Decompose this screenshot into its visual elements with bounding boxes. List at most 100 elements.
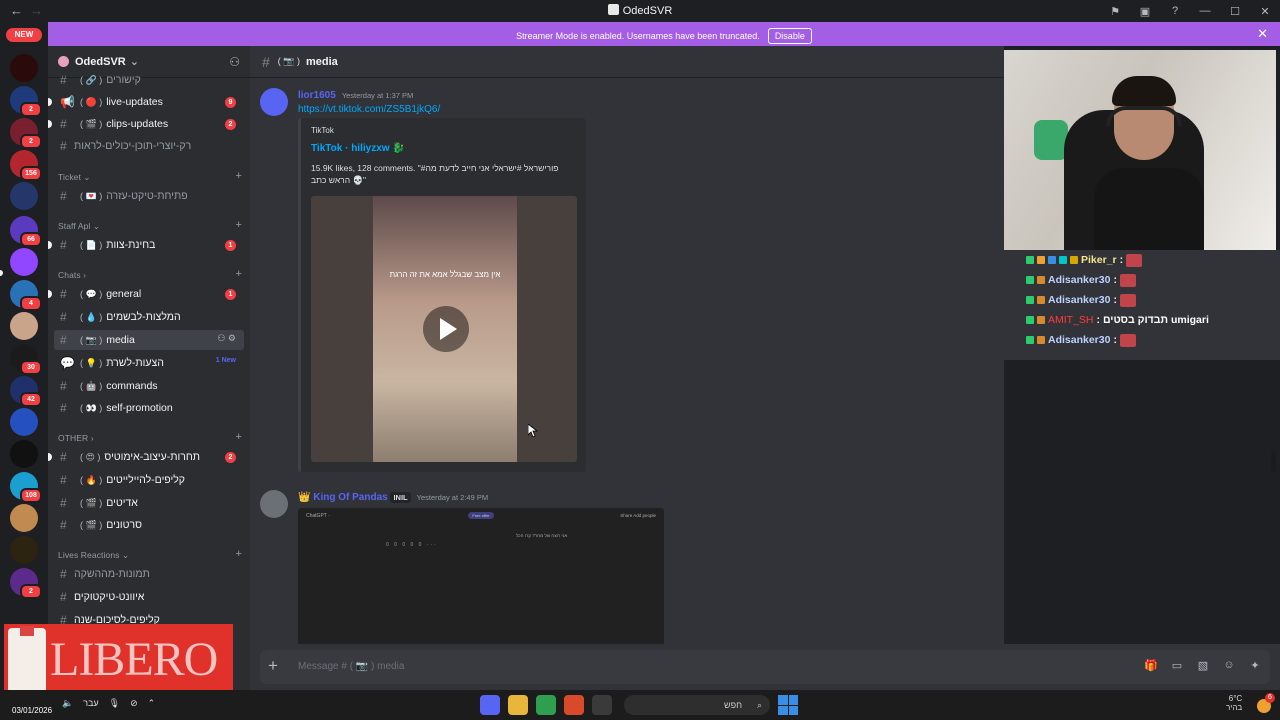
server-icon[interactable]: 2 [10, 86, 42, 117]
server-icon[interactable] [10, 54, 38, 82]
category-ticket[interactable]: Ticket ⌄ + [58, 170, 242, 186]
avatar[interactable] [260, 490, 288, 518]
channel-item-commands[interactable]: #( 🤖 ) commands [54, 376, 244, 396]
embed-provider[interactable]: TikTok [311, 126, 334, 135]
app-icon[interactable] [592, 695, 612, 715]
guild-tag: INIL [390, 492, 411, 503]
chat-line: Adisanker30: [1026, 272, 1136, 288]
message-author[interactable]: 👑 King Of Pandas INIL Yesterday at 2:49 P… [298, 492, 488, 503]
server-icon[interactable]: 66 [10, 216, 42, 247]
channel-item[interactable]: #( 🔥 ) קליפים-להיילייטים [54, 470, 244, 490]
channel-item-media[interactable]: #( 📷 ) media ⚇ ⚙ [54, 330, 244, 350]
file-explorer-icon[interactable] [508, 695, 528, 715]
apps-icon[interactable]: ✦ [1248, 659, 1262, 673]
message-author[interactable]: lior1605 Yesterday at 1:37 PM [298, 90, 413, 101]
tray-chevron-icon[interactable]: ⌃ [148, 698, 156, 709]
twitch-server-icon[interactable] [10, 248, 38, 276]
channel-item[interactable]: 💬( 💡 ) הצעות-לשרת 1 New [54, 353, 244, 373]
channel-item[interactable]: #( 💌 ) פתיחת-טיקט-עזרה [54, 186, 244, 206]
minimize-icon[interactable]: — [1190, 5, 1220, 17]
streamer-hair [1112, 76, 1176, 106]
inbox-flag-icon[interactable]: ⚑ [1100, 5, 1130, 18]
add-channel-icon[interactable]: + [235, 431, 242, 443]
server-icon[interactable] [10, 536, 38, 564]
scrollbar-thumb[interactable] [1271, 452, 1276, 472]
embed-title[interactable]: TikTok · hiliyzxw 🐉 [311, 143, 405, 154]
close-banner-icon[interactable]: ✕ [1257, 26, 1268, 42]
play-icon[interactable] [423, 306, 469, 352]
server-icon[interactable] [10, 182, 38, 210]
emoji-icon[interactable]: ☺ [1222, 659, 1236, 673]
monitor-icon[interactable]: ▣ [1130, 5, 1160, 18]
server-icon[interactable]: 156 [10, 150, 42, 181]
speaker-icon[interactable]: 🔈 [62, 698, 73, 709]
server-icon[interactable] [10, 312, 38, 340]
category-other[interactable]: OTHER › + [58, 431, 242, 447]
add-channel-icon[interactable]: + [235, 268, 242, 280]
weather-widget[interactable]: 6°C בהיר [1226, 694, 1242, 712]
taskbar-date[interactable]: 03/01/2026 [12, 706, 52, 715]
embed-video[interactable]: אין מצב שבגלל אמא את זה הרגת [311, 196, 577, 462]
channel-sidebar: OdedSVR ⌄ ⚇ #( 🔗 ) קישורים 📢( 🔴 ) live-upd… [48, 46, 250, 690]
badge-icon [1026, 316, 1034, 324]
attach-plus-icon[interactable]: + [268, 656, 278, 676]
mention-badge: 2 [225, 119, 236, 130]
add-channel-icon[interactable]: + [235, 170, 242, 182]
microphone-icon[interactable]: 🎙 [109, 698, 120, 709]
category-chats[interactable]: Chats › + [58, 268, 242, 284]
input-language[interactable]: עבר [83, 698, 98, 709]
new-badge[interactable]: NEW [6, 28, 42, 42]
channel-settings-icon[interactable]: ⚇ ⚙ [217, 333, 236, 344]
channel-item[interactable]: #( 😍 ) תחרות-עיצוב-אימוטיס 2 [48, 447, 244, 467]
channel-item[interactable]: #( 💧 ) המלצות-לבשמים [54, 307, 244, 327]
add-channel-icon[interactable]: + [235, 219, 242, 231]
windows-start-icon[interactable] [778, 695, 798, 715]
channel-item[interactable]: # רק-יוצרי-תוכן-יכולים-לראות [54, 136, 244, 156]
help-icon[interactable]: ? [1160, 5, 1190, 17]
unread-pip [48, 98, 52, 106]
image-attachment[interactable]: ChatGPT · Free offer Share Add people אנ… [298, 508, 664, 644]
sticker-icon[interactable]: ▧ [1196, 659, 1210, 673]
channel-item[interactable]: # איוונט-טיקטוקים [54, 587, 244, 607]
channel-item[interactable]: #( 📄 ) בחינת-צוות 1 [48, 235, 244, 255]
close-window-icon[interactable]: ✕ [1250, 5, 1280, 18]
server-icon[interactable]: 2 [10, 118, 42, 149]
channel-item-self-promotion[interactable]: #( 👀 ) self-promotion [54, 398, 244, 418]
category-lives[interactable]: Lives Reactions ⌄ + [58, 548, 242, 564]
server-icon[interactable]: 30 [10, 344, 42, 375]
channel-item-general[interactable]: #( 💬 ) general 1 [48, 284, 244, 304]
category-staff[interactable]: Staff Apl ⌄ + [58, 219, 242, 235]
hash-icon: # [60, 287, 67, 301]
message-input[interactable]: + Message # ( 📷 ) media 🎁 ▭ ▧ ☺ ✦ [260, 650, 1270, 684]
channel-item[interactable]: #( 🎬 ) סרטונים [54, 515, 244, 535]
disable-streamer-mode-button[interactable]: Disable [767, 28, 812, 44]
discord-app-icon[interactable] [480, 695, 500, 715]
network-icon[interactable]: ⊘ [130, 698, 138, 709]
server-icon[interactable]: 42 [10, 376, 42, 407]
avatar[interactable] [260, 88, 288, 116]
channel-item-clips-updates[interactable]: #( 🎬 ) clips-updates 2 [48, 114, 244, 134]
message-link[interactable]: https://vt.tiktok.com/ZS5B1jkQ6/ [298, 104, 440, 115]
gift-icon[interactable]: 🎁 [1144, 659, 1158, 673]
gif-icon[interactable]: ▭ [1170, 659, 1184, 673]
server-icon[interactable] [10, 504, 38, 532]
notification-center[interactable]: 6 [1253, 693, 1275, 715]
server-icon[interactable]: 2 [10, 568, 42, 599]
obs-app-icon[interactable] [564, 695, 584, 715]
invite-people-icon[interactable]: ⚇ [229, 55, 240, 69]
sponsor-overlay: LIBERO [4, 624, 233, 696]
server-icon[interactable] [10, 440, 38, 468]
channel-item[interactable]: #( 🎬 ) אדיטים [54, 493, 244, 513]
sponsor-brand: LIBERO [50, 633, 218, 686]
taskbar-search[interactable]: חפש ⌕ [624, 695, 770, 715]
maximize-icon[interactable]: ☐ [1220, 5, 1250, 18]
add-channel-icon[interactable]: + [235, 548, 242, 560]
channel-item[interactable]: #( 🔗 ) קישורים [54, 70, 244, 90]
chrome-icon[interactable] [536, 695, 556, 715]
server-icon[interactable] [10, 408, 38, 436]
server-icon[interactable]: 4 [10, 280, 42, 311]
hash-icon: # [60, 117, 67, 131]
server-icon[interactable]: 108 [10, 472, 42, 503]
channel-item-live-updates[interactable]: 📢( 🔴 ) live-updates 9 [48, 92, 244, 112]
channel-item[interactable]: # תמונות-מההשקה [54, 564, 244, 584]
